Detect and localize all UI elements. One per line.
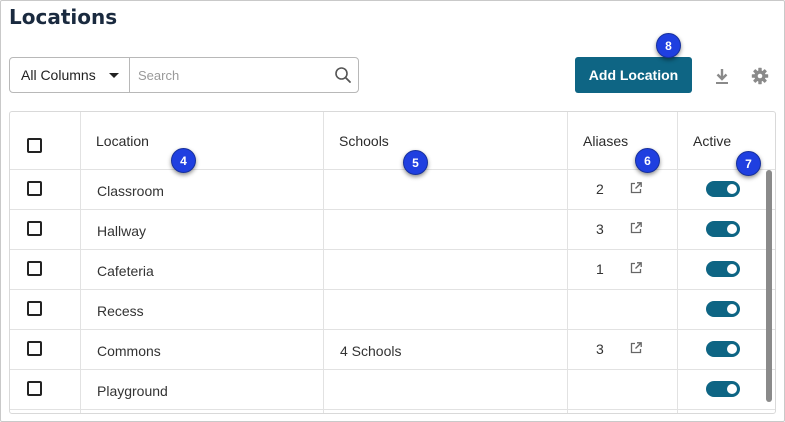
external-link-icon[interactable] — [629, 221, 643, 235]
row-checkbox[interactable] — [27, 301, 42, 316]
external-link-icon[interactable] — [629, 261, 643, 275]
callout-marker-schools: 5 — [403, 150, 428, 175]
row-divider — [10, 329, 775, 330]
row-divider — [10, 409, 775, 410]
location-name-cell: Hallway — [97, 223, 147, 239]
add-location-button[interactable]: Add Location — [575, 57, 692, 93]
column-divider — [80, 112, 81, 413]
page-title: Locations — [9, 5, 118, 29]
callout-marker-aliases: 6 — [635, 148, 660, 173]
row-divider — [10, 209, 775, 210]
header-schools[interactable]: Schools — [339, 133, 389, 149]
column-filter-select[interactable]: All Columns — [10, 58, 130, 92]
aliases-count-cell: 2 — [596, 181, 604, 197]
column-filter-label: All Columns — [21, 67, 96, 83]
callout-marker-location: 4 — [171, 148, 196, 173]
search-input[interactable] — [130, 58, 328, 92]
select-all-checkbox[interactable] — [27, 138, 42, 153]
header-location[interactable]: Location — [96, 133, 149, 149]
external-link-icon[interactable] — [629, 181, 643, 195]
vertical-scrollbar[interactable] — [766, 170, 772, 402]
location-name-cell: Playground — [97, 383, 168, 399]
caret-down-icon — [109, 73, 119, 78]
row-divider — [10, 369, 775, 370]
aliases-count-cell: 3 — [596, 341, 604, 357]
header-aliases[interactable]: Aliases — [583, 133, 628, 149]
active-toggle[interactable] — [706, 221, 740, 237]
column-divider — [567, 112, 568, 413]
active-toggle[interactable] — [706, 381, 740, 397]
row-checkbox[interactable] — [27, 341, 42, 356]
active-toggle[interactable] — [706, 341, 740, 357]
row-checkbox[interactable] — [27, 221, 42, 236]
callout-marker-add: 8 — [656, 33, 681, 58]
active-toggle[interactable] — [706, 301, 740, 317]
location-name-cell: Classroom — [97, 183, 164, 199]
row-divider — [10, 289, 775, 290]
row-divider — [10, 169, 775, 170]
search-icon[interactable] — [328, 66, 358, 84]
row-checkbox[interactable] — [27, 381, 42, 396]
active-toggle[interactable] — [706, 181, 740, 197]
location-name-cell: Cafeteria — [97, 263, 154, 279]
external-link-icon[interactable] — [629, 341, 643, 355]
aliases-count-cell: 1 — [596, 261, 604, 277]
row-divider — [10, 249, 775, 250]
search-group: All Columns — [9, 57, 359, 93]
header-active[interactable]: Active — [693, 133, 731, 149]
schools-cell[interactable]: 4 Schools — [340, 343, 401, 359]
aliases-count-cell: 3 — [596, 221, 604, 237]
locations-table: Location Schools Aliases Active Classroo… — [9, 111, 776, 414]
row-checkbox[interactable] — [27, 181, 42, 196]
callout-marker-active: 7 — [736, 151, 761, 176]
active-toggle[interactable] — [706, 261, 740, 277]
location-name-cell: Recess — [97, 303, 144, 319]
column-divider — [677, 112, 678, 413]
gear-icon[interactable] — [751, 67, 769, 85]
location-name-cell: Commons — [97, 343, 161, 359]
row-checkbox[interactable] — [27, 261, 42, 276]
download-icon[interactable] — [713, 67, 731, 85]
column-divider — [323, 112, 324, 413]
